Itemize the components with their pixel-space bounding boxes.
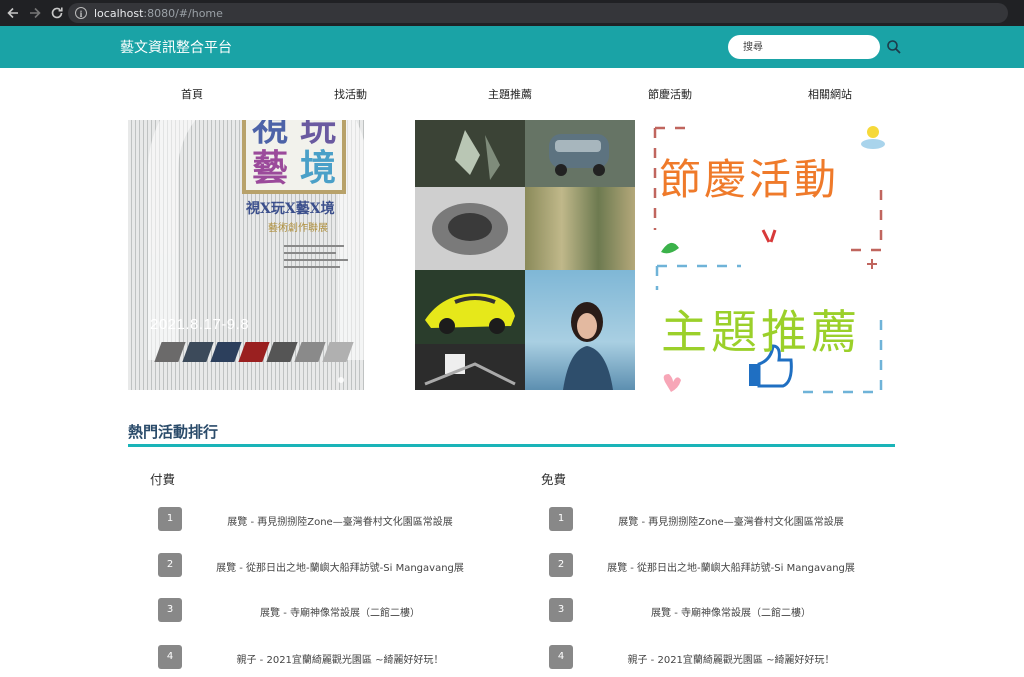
browser-toolbar: i localhost:8080/#/home xyxy=(0,0,1024,26)
carousel-dots xyxy=(334,368,344,387)
ranking-item-text[interactable]: 展覽 - 寺廟神像常設展（二館二樓） xyxy=(581,604,881,619)
nav-item-home[interactable]: 首頁 xyxy=(181,86,203,102)
ranking-item-text[interactable]: 展覽 - 從那日出之地-蘭嶼大船拜訪號-Si Mangavang展 xyxy=(190,559,490,574)
back-arrow-icon[interactable] xyxy=(4,4,22,22)
rank-badge: 1 xyxy=(549,507,573,531)
poster-fine-print xyxy=(284,240,354,273)
collage-tile xyxy=(415,344,525,390)
ranking-divider xyxy=(128,444,895,447)
poster-glyph: 玩 xyxy=(300,120,337,149)
poster-subtitle: 視X玩X藝X境 xyxy=(246,201,335,217)
free-column-title: 免費 xyxy=(541,472,567,487)
festival-theme-banner[interactable]: 節慶活動 主題推薦 xyxy=(651,120,887,398)
ranking-item-text[interactable]: 親子 - 2021宜蘭綺麗觀光園區 ~綺麗好好玩！ xyxy=(190,651,490,666)
ranking-item-text[interactable]: 展覽 - 再見捌捌陸Zone—臺灣眷村文化園區常設展 xyxy=(581,513,881,528)
collage-tile xyxy=(525,120,635,187)
rank-badge: 4 xyxy=(549,645,573,669)
site-title[interactable]: 藝文資訊整合平台 xyxy=(120,37,232,57)
forward-arrow-icon[interactable] xyxy=(26,4,44,22)
festival-heading: 節慶活動 xyxy=(659,155,840,204)
collage-tile xyxy=(415,270,525,344)
search-input[interactable] xyxy=(728,35,880,59)
ranking-item-text[interactable]: 展覽 - 從那日出之地-蘭嶼大船拜訪號-Si Mangavang展 xyxy=(581,559,881,574)
collage-tile xyxy=(415,187,525,270)
poster-date: 2021.8.17-9.8 xyxy=(150,316,250,333)
ranking-title: 熱門活動排行 xyxy=(128,423,219,441)
collage-tile xyxy=(525,187,635,270)
collage-tile xyxy=(525,270,635,390)
rank-badge: 2 xyxy=(549,553,573,577)
rank-badge: 3 xyxy=(158,598,182,622)
nav-item-links[interactable]: 相關網站 xyxy=(808,86,852,102)
search-icon[interactable] xyxy=(886,39,902,55)
nav-item-find-events[interactable]: 找活動 xyxy=(334,86,367,102)
poster-subtitle2: 藝術創作聯展 xyxy=(268,223,328,234)
rank-badge: 4 xyxy=(158,645,182,669)
site-header: 藝文資訊整合平台 xyxy=(0,26,1024,68)
poster-title-box: 視 玩 藝 境 xyxy=(242,120,346,194)
address-bar[interactable]: i localhost:8080/#/home xyxy=(68,3,1008,23)
nav-item-festivals[interactable]: 節慶活動 xyxy=(648,86,692,102)
rank-badge: 1 xyxy=(158,507,182,531)
ranking-item-text[interactable]: 親子 - 2021宜蘭綺麗觀光園區 ~綺麗好好玩！ xyxy=(581,651,881,666)
theme-heading: 主題推薦 xyxy=(661,305,861,359)
main-nav: 首頁 找活動 主題推薦 節慶活動 相關網站 xyxy=(0,86,1024,104)
ranking-item-text[interactable]: 展覽 - 再見捌捌陸Zone—臺灣眷村文化園區常設展 xyxy=(190,513,490,528)
photo-collage-banner[interactable] xyxy=(415,120,635,390)
carousel-banner[interactable]: 視 玩 藝 境 視X玩X藝X境 藝術創作聯展 2021.8.17-9.8 xyxy=(128,120,364,390)
reload-icon[interactable] xyxy=(48,4,66,22)
paid-column-title: 付費 xyxy=(150,472,176,487)
ranking-item-text[interactable]: 展覽 - 寺廟神像常設展（二館二樓） xyxy=(190,604,490,619)
poster-thumbnails xyxy=(154,342,358,366)
rank-badge: 3 xyxy=(549,598,573,622)
poster-glyph: 藝 xyxy=(252,147,289,189)
carousel-dot[interactable] xyxy=(338,377,344,383)
info-icon[interactable]: i xyxy=(75,7,87,19)
collage-tile xyxy=(415,120,525,187)
url-host: localhost xyxy=(94,6,144,20)
poster-glyph: 視 xyxy=(252,120,289,149)
nav-item-themes[interactable]: 主題推薦 xyxy=(488,86,532,102)
rank-badge: 2 xyxy=(158,553,182,577)
poster-glyph: 境 xyxy=(300,147,337,189)
url-path: :8080/#/home xyxy=(143,6,223,20)
